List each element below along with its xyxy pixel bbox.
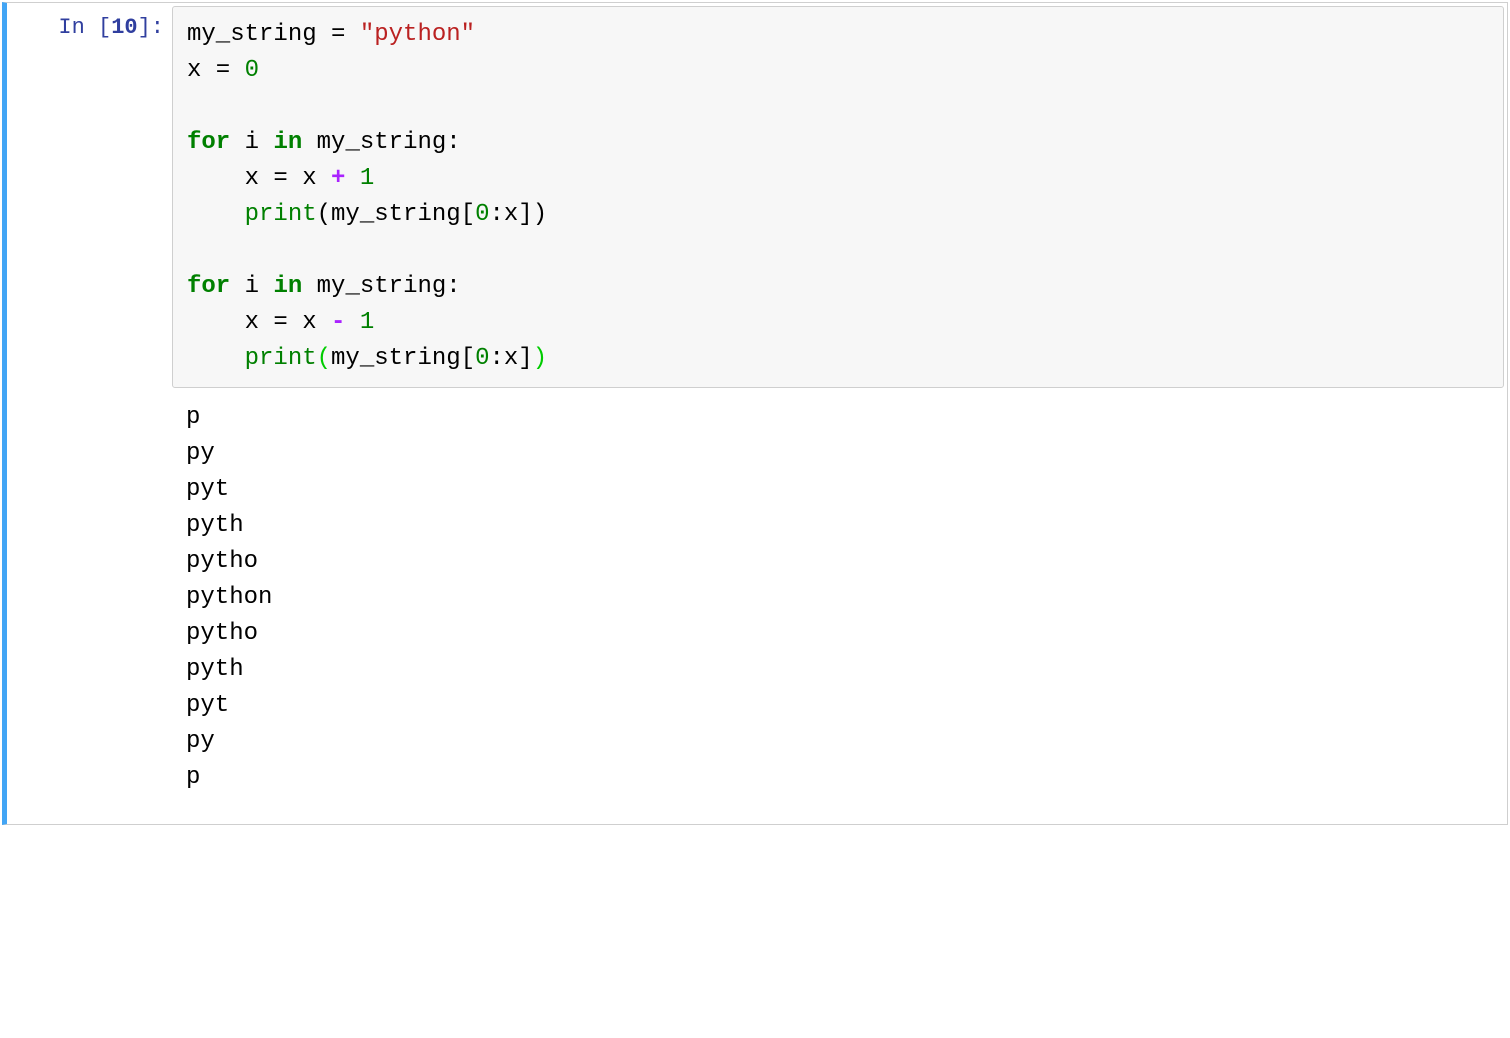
code-editor[interactable]: my_string = "python" x = 0 for i in my_s…	[187, 17, 1489, 377]
prompt-label: In [	[58, 15, 111, 40]
stdout-text: p py pyt pyth pytho python pytho pyth py…	[186, 400, 1493, 796]
output-area: p py pyt pyth pytho python pytho pyth py…	[172, 388, 1507, 824]
code-input-area[interactable]: my_string = "python" x = 0 for i in my_s…	[172, 6, 1504, 388]
cell-content: my_string = "python" x = 0 for i in my_s…	[172, 3, 1507, 824]
prompt-suffix: ]:	[138, 15, 164, 40]
notebook-cell: In [10]: my_string = "python" x = 0 for …	[2, 2, 1508, 825]
execution-count: 10	[111, 15, 137, 40]
input-prompt: In [10]:	[7, 3, 172, 824]
